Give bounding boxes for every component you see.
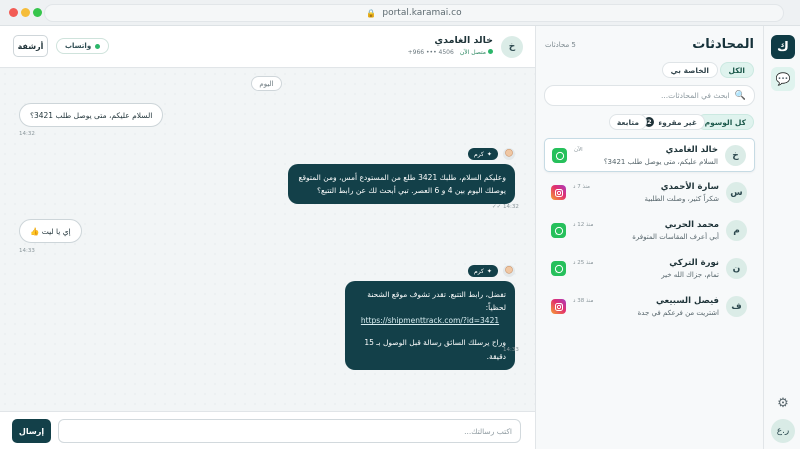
conversation-name: نورة التركي	[669, 258, 719, 268]
filter-all[interactable]: الكل	[719, 62, 754, 78]
conversation-name: محمد الحربي	[664, 220, 719, 230]
search-input[interactable]	[553, 91, 730, 100]
conversation-item[interactable]: م محمد الحربي أبي أعرف المقاسات المتوفرة…	[544, 214, 755, 248]
search-box[interactable]: 🔍	[544, 85, 755, 106]
archive-button[interactable]: أرشفة	[13, 35, 48, 57]
search-icon: 🔍	[734, 90, 746, 101]
agent-avatar	[503, 148, 515, 160]
conversation-avatar: خ	[725, 145, 746, 166]
tag-all[interactable]: كل الوسوم	[696, 114, 754, 130]
contact-phone: +966 ••• 4506	[407, 49, 454, 56]
conversation-avatar: س	[726, 182, 747, 203]
close-window-icon[interactable]	[9, 8, 18, 17]
nav-rail: ك 💬 ⚙ ر.ع	[763, 26, 800, 449]
conversations-count: 5 محادثات	[545, 41, 576, 49]
message-time: 14:33	[503, 347, 519, 353]
sparkle-icon: ✦	[486, 150, 492, 158]
filter-mine[interactable]: الخاصة بي	[661, 62, 718, 78]
message-time: 14:32 ✓✓	[492, 204, 519, 210]
instagram-icon	[551, 299, 566, 314]
address-bar[interactable]: 🔒 portal.karamai.co	[44, 4, 784, 22]
contact-subline: متصل الآن +966 ••• 4506	[408, 49, 493, 56]
conversation-time: منذ 7 د	[573, 184, 590, 190]
conversation-item[interactable]: ن نورة التركي تمام، جزاك الله خير منذ 25…	[544, 252, 755, 286]
conversation-preview: اشتريت من فرعكم في جدة	[637, 309, 719, 317]
status-dot-icon	[95, 43, 101, 49]
conversation-avatar: م	[726, 220, 747, 241]
contact-status: متصل الآن	[460, 49, 493, 56]
day-separator: اليوم	[251, 76, 282, 91]
message-line: تفضل، رابط التتبع. تقدر تشوف موقع الشحنة…	[367, 290, 506, 313]
agent-tag: ✦ كرم	[468, 148, 498, 160]
conversations-title: المحادثات	[692, 37, 754, 52]
conversation-time: منذ 25 د	[573, 260, 594, 266]
conversation-time: منذ 12 د	[573, 222, 594, 228]
gear-icon[interactable]: ⚙	[774, 394, 792, 412]
tag-followup[interactable]: متابعة	[608, 114, 647, 130]
whatsapp-icon	[551, 223, 566, 238]
app: خ خالد الغامدي متصل الآن +966 ••• 4506 و…	[0, 26, 800, 449]
channel-tag[interactable]: واتساب	[56, 38, 110, 54]
message-outgoing: تفضل، رابط التتبع. تقدر تشوف موقع الشحنة…	[345, 281, 515, 370]
message-line: يوصلك اليوم بين 4 و 6 العصر. تبي أبحث لك…	[317, 186, 506, 196]
contact-name: خالد الغامدي	[434, 35, 493, 46]
conversation-time: الآن	[574, 147, 583, 153]
sparkle-icon: ✦	[486, 267, 492, 275]
composer: إرسال	[0, 411, 535, 449]
whatsapp-icon	[552, 148, 567, 163]
instagram-icon	[551, 185, 566, 200]
conversation-preview: أبي أعرف المقاسات المتوفرة	[632, 233, 719, 241]
conversation-preview: السلام عليكم، متى يوصل طلب 3421؟	[603, 158, 718, 166]
tracking-link[interactable]: https://shipmenttrack.com/?id=3421	[361, 316, 499, 325]
conversation-name: فيصل السبيعي	[655, 296, 719, 306]
message-line: وراح يرسلك السائق رسالة قبل الوصول بـ 15…	[364, 338, 506, 361]
conversation-name: خالد الغامدي	[665, 145, 718, 155]
url-text: portal.karamai.co	[382, 8, 462, 18]
message-time: 14:32	[19, 131, 35, 137]
lock-icon: 🔒	[366, 8, 377, 18]
conversation-item[interactable]: ف فيصل السبيعي اشتريت من فرعكم في جدة من…	[544, 290, 755, 324]
user-avatar[interactable]: ر.ع	[771, 419, 795, 443]
maximize-window-icon[interactable]	[33, 8, 42, 17]
conversation-name: سارة الأحمدي	[660, 182, 719, 192]
conversation-avatar: ن	[726, 258, 747, 279]
message-time: 14:33	[19, 248, 35, 254]
conversation-item[interactable]: خ خالد الغامدي السلام عليكم، متى يوصل طل…	[544, 138, 755, 172]
online-dot-icon	[488, 49, 493, 54]
message-outgoing: وعليكم السلام، طلبك 3421 طلع من المستودع…	[288, 164, 515, 205]
agent-tag: ✦ كرم	[468, 265, 498, 277]
message-input[interactable]	[58, 419, 521, 443]
conversation-avatar: ف	[726, 296, 747, 317]
minimize-window-icon[interactable]	[21, 8, 30, 17]
conversation-preview: تمام، جزاك الله خير	[661, 271, 719, 279]
agent-avatar	[503, 265, 515, 277]
conversation-preview: شكراً كثير، وصلت الطلبية	[644, 195, 719, 203]
chat-header: خ خالد الغامدي متصل الآن +966 ••• 4506 و…	[0, 26, 535, 68]
app-logo[interactable]: ك	[771, 35, 795, 59]
conversation-time: منذ 38 د	[573, 298, 594, 304]
chat-bubble-icon[interactable]: 💬	[771, 67, 795, 91]
chat-panel: خ خالد الغامدي متصل الآن +966 ••• 4506 و…	[0, 26, 535, 449]
message-incoming: السلام عليكم، متى يوصل طلب 3421؟	[19, 103, 164, 127]
contact-avatar: خ	[501, 36, 523, 58]
send-button[interactable]: إرسال	[12, 419, 51, 443]
whatsapp-icon	[551, 261, 566, 276]
browser-chrome: 🔒 portal.karamai.co	[0, 0, 800, 26]
conversations-panel: المحادثات 5 محادثات الكل الخاصة بي 🔍 كل …	[535, 26, 763, 449]
conversation-item[interactable]: س سارة الأحمدي شكراً كثير، وصلت الطلبية …	[544, 176, 755, 210]
message-incoming: إي يا ليت 👍	[19, 219, 82, 243]
message-line: وعليكم السلام، طلبك 3421 طلع من المستودع…	[298, 173, 506, 182]
message-thread[interactable]: اليوم السلام عليكم، متى يوصل طلب 3421؟ 1…	[0, 69, 535, 411]
